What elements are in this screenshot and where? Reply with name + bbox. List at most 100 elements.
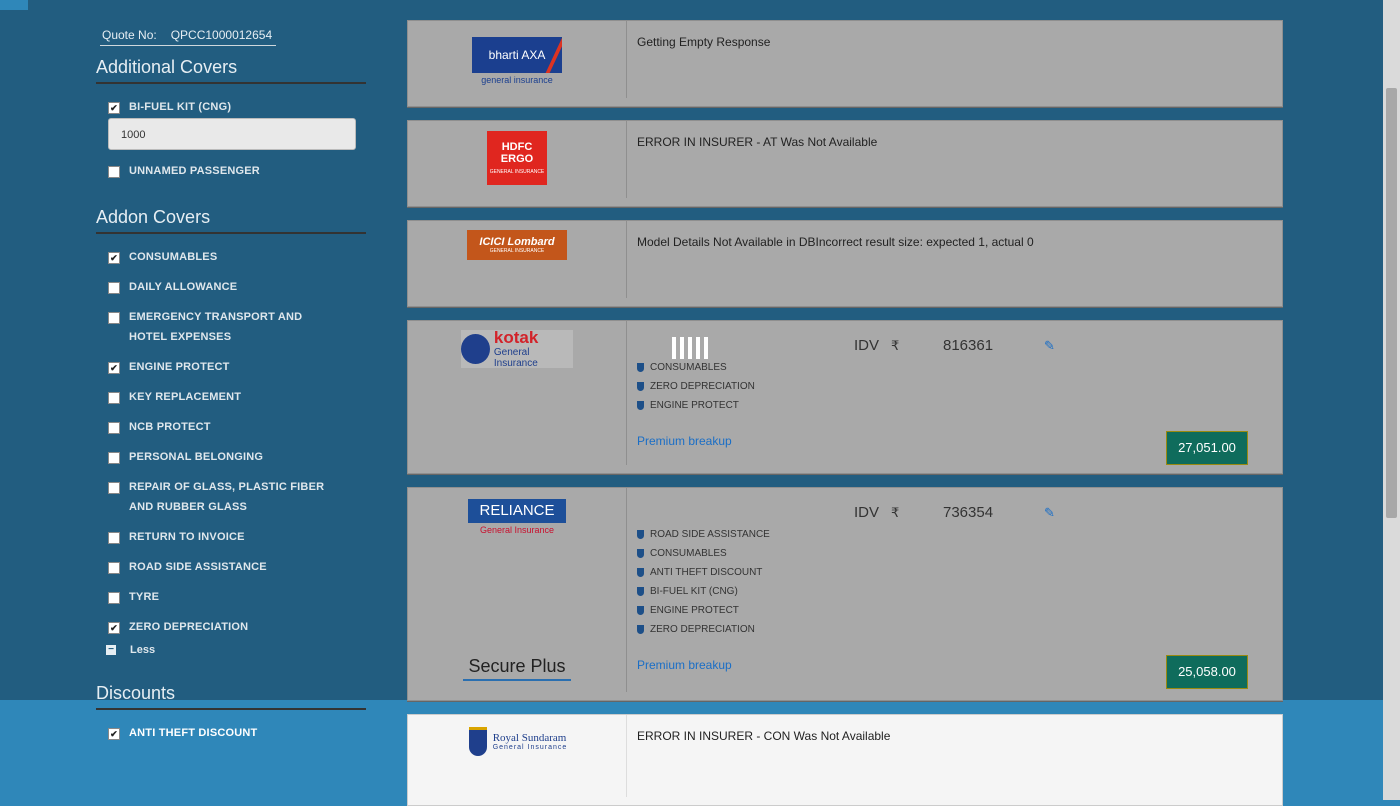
- checkbox-daily-allowance[interactable]: DAILY ALLOWANCE: [108, 277, 237, 297]
- checkbox-label: ZERO DEPRECIATION: [129, 621, 249, 633]
- checkbox-label-line2: AND RUBBER GLASS: [129, 501, 248, 513]
- shield-icon: [637, 568, 644, 577]
- insurer-card-icici-lombard: ICICI Lombard GENERAL INSURANCE Model De…: [407, 220, 1283, 307]
- logo-subtext: General Insurance: [492, 743, 568, 751]
- checkbox-checked-icon[interactable]: ✔: [108, 102, 120, 114]
- shield-icon: [637, 382, 644, 391]
- checkbox-engine-protect[interactable]: ✔ ENGINE PROTECT: [108, 357, 230, 377]
- checkbox-icon[interactable]: [108, 482, 120, 494]
- checkbox-label: BI-FUEL KIT (CNG): [129, 101, 232, 113]
- logo-name: Royal Sundaram: [492, 731, 567, 744]
- checkbox-consumables[interactable]: ✔ CONSUMABLES: [108, 247, 217, 267]
- checkbox-icon[interactable]: [108, 452, 120, 464]
- checkbox-label: NCB PROTECT: [129, 421, 211, 433]
- checkbox-label: CONSUMABLES: [129, 251, 218, 263]
- shield-icon: [637, 625, 644, 634]
- quote-number: Quote No: QPCC1000012654: [100, 28, 277, 46]
- logo-subtext: General Insurance: [479, 525, 555, 535]
- kotak-logo: kotak General Insurance: [461, 328, 573, 369]
- cover-item: ENGINE PROTECT: [637, 601, 770, 620]
- shield-icon: [637, 549, 644, 558]
- checkbox-icon[interactable]: [108, 592, 120, 604]
- cover-item: CONSUMABLES: [637, 358, 755, 377]
- checkbox-label: RETURN TO INVOICE: [129, 531, 245, 543]
- checkbox-repair-of-glass[interactable]: REPAIR OF GLASS, PLASTIC FIBER AND RUBBER…: [108, 477, 324, 517]
- checkbox-checked-icon[interactable]: ✔: [108, 622, 120, 634]
- quote-value: QPCC1000012654: [170, 28, 273, 42]
- checkbox-label-line2: HOTEL EXPENSES: [129, 331, 232, 343]
- checkbox-ncb-protect[interactable]: NCB PROTECT: [108, 417, 211, 437]
- logo-name: HDFC ERGO: [500, 141, 534, 165]
- checkbox-key-replacement[interactable]: KEY REPLACEMENT: [108, 387, 241, 407]
- logo-name: kotak: [493, 328, 539, 347]
- cover-item: BI-FUEL KIT (CNG): [637, 582, 770, 601]
- cover-item: CONSUMABLES: [637, 544, 770, 563]
- edit-idv-icon[interactable]: ✎: [1044, 338, 1055, 354]
- checkbox-emergency-transport[interactable]: EMERGENCY TRANSPORT AND HOTEL EXPENSES: [108, 307, 302, 347]
- less-label: Less: [130, 644, 156, 656]
- logo-name: RELIANCE: [468, 499, 566, 523]
- checkbox-icon[interactable]: [108, 422, 120, 434]
- shield-icon: [637, 530, 644, 539]
- checkbox-checked-icon[interactable]: ✔: [108, 252, 120, 264]
- logo-subtext: General Insurance: [493, 347, 538, 369]
- checkbox-unnamed-passenger[interactable]: UNNAMED PASSENGER: [108, 161, 260, 181]
- cover-item: ENGINE PROTECT: [637, 396, 755, 415]
- checkbox-icon[interactable]: [108, 532, 120, 544]
- cng-value-input[interactable]: 1000: [108, 118, 356, 150]
- insurer-message: ERROR IN INSURER - CON Was Not Available: [637, 729, 891, 743]
- shield-icon: [637, 363, 644, 372]
- premium-breakup-link[interactable]: Premium breakup: [637, 434, 732, 448]
- edit-idv-icon[interactable]: ✎: [1044, 505, 1055, 521]
- checkbox-icon[interactable]: [108, 282, 120, 294]
- logo-subtext: general insurance: [481, 75, 553, 85]
- insurer-card-bharti-axa: bharti AXA general insurance Getting Emp…: [407, 20, 1283, 107]
- insurer-message: Model Details Not Available in DBIncorre…: [637, 235, 1034, 249]
- checkbox-label: DAILY ALLOWANCE: [129, 281, 238, 293]
- checkbox-icon[interactable]: [108, 392, 120, 404]
- cover-list: CONSUMABLES ZERO DEPRECIATION ENGINE PRO…: [637, 358, 755, 415]
- hdfc-ergo-logo: HDFC ERGO GENERAL INSURANCE: [487, 131, 547, 185]
- checkbox-label: REPAIR OF GLASS, PLASTIC FIBER: [129, 481, 325, 493]
- checkbox-tyre[interactable]: TYRE: [108, 587, 159, 607]
- buy-price-button[interactable]: 27,051.00: [1166, 431, 1248, 465]
- checkbox-label: ANTI THEFT DISCOUNT: [129, 727, 258, 739]
- insurer-card-royal-sundaram: Royal Sundaram General Insurance ERROR I…: [407, 714, 1283, 806]
- checkbox-label: UNNAMED PASSENGER: [129, 165, 260, 177]
- minus-icon[interactable]: −: [106, 645, 116, 655]
- cover-item: ZERO DEPRECIATION: [637, 620, 770, 639]
- reliance-logo: RELIANCE General Insurance: [467, 499, 567, 535]
- idv-value: 816361: [943, 337, 994, 354]
- quote-label: Quote No:: [102, 28, 157, 42]
- plan-name: Secure Plus: [463, 656, 571, 681]
- checkbox-zero-depreciation[interactable]: ✔ ZERO DEPRECIATION: [108, 617, 248, 637]
- checkbox-road-side-assistance[interactable]: ROAD SIDE ASSISTANCE: [108, 557, 267, 577]
- shield-icon: [637, 587, 644, 596]
- shield-icon: [637, 401, 644, 410]
- logo-name: bharti AXA: [488, 48, 546, 62]
- additional-covers-title: Additional Covers: [96, 57, 366, 84]
- checkbox-personal-belonging[interactable]: PERSONAL BELONGING: [108, 447, 263, 467]
- checkbox-icon[interactable]: [108, 312, 120, 324]
- checkbox-checked-icon[interactable]: ✔: [108, 362, 120, 374]
- checkbox-checked-icon[interactable]: ✔: [108, 728, 120, 740]
- scrollbar-thumb[interactable]: [1386, 88, 1397, 518]
- cover-item: ANTI THEFT DISCOUNT: [637, 563, 770, 582]
- checkbox-icon[interactable]: [108, 562, 120, 574]
- logo-subtext: GENERAL INSURANCE: [489, 169, 545, 175]
- checkbox-icon[interactable]: [108, 166, 120, 178]
- checkbox-bi-fuel-kit[interactable]: ✔ BI-FUEL KIT (CNG): [108, 97, 231, 117]
- logo-name: ICICI Lombard: [479, 236, 555, 248]
- buy-price-button[interactable]: 25,058.00: [1166, 655, 1248, 689]
- checkbox-label: EMERGENCY TRANSPORT AND: [129, 311, 303, 323]
- checkbox-label: PERSONAL BELONGING: [129, 451, 264, 463]
- checkbox-label: TYRE: [129, 591, 160, 603]
- idv-label: IDV ₹: [854, 337, 900, 354]
- insurer-card-hdfc-ergo: HDFC ERGO GENERAL INSURANCE ERROR IN INS…: [407, 120, 1283, 207]
- loading-spinner-icon: [672, 337, 708, 359]
- checkbox-anti-theft-discount[interactable]: ✔ ANTI THEFT DISCOUNT: [108, 723, 257, 743]
- cover-item: ZERO DEPRECIATION: [637, 377, 755, 396]
- premium-breakup-link[interactable]: Premium breakup: [637, 658, 732, 672]
- checkbox-return-to-invoice[interactable]: RETURN TO INVOICE: [108, 527, 245, 547]
- less-toggle[interactable]: − Less: [106, 644, 155, 656]
